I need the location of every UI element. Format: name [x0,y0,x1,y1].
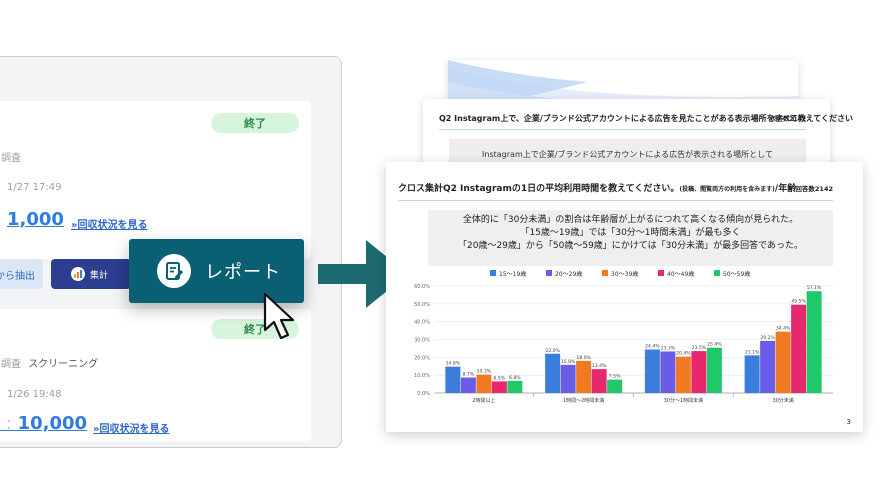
bar-value-label: 15.8% [561,359,576,365]
status-badge: 終了 [211,113,299,133]
mouse-pointer-icon [263,292,295,340]
x-category-label: 2時間以上 [472,397,495,404]
bar-value-label: 20.4% [676,351,691,357]
legend-label: 40～49歳 [667,270,694,278]
response-count-label: 回答数2142 [771,116,806,123]
report-page-mid: Q2 Instagram上で、企業/ブランド公式アカウントによる広告を見たことが… [423,99,853,169]
chart-bar [591,369,607,393]
chart-bar [560,364,576,393]
legend-swatch [658,270,664,276]
chart-bar [744,355,760,393]
bar-value-label: 23.5% [692,345,707,351]
view-progress-link[interactable]: »回収状況を見る [93,420,169,435]
y-tick-label: 20.0% [414,355,430,361]
chart-bar [507,380,523,393]
aggregate-button[interactable]: 集計 [51,259,131,289]
bar-value-label: 25.4% [707,342,722,348]
bar-value-label: 57.1% [807,285,822,291]
legend-label: 15～19歳 [499,270,526,278]
y-tick-label: 40.0% [414,320,430,326]
y-tick-label: 0.0% [417,391,430,397]
bar-value-label: 49.5% [791,299,806,305]
bar-value-label: 29.2% [760,335,775,341]
extract-button[interactable]: から抽出 [0,259,43,289]
aggregate-button-label: 集計 [90,270,109,281]
summary-box: 全体的に「30分未満」の割合は年齢層が上がるにつれて高くなる傾向が見られた。 「… [428,210,833,266]
survey-date: 1/26 19:48 [7,389,62,400]
chart-bar [644,349,660,393]
title-note: (投稿、閲覧両方の利用を含みます) [679,186,775,193]
panel-header [0,57,341,89]
bar-value-label: 23.3% [661,345,676,351]
bar-value-label: 10.3% [477,369,492,375]
chart-bar [660,351,676,393]
legend-swatch [490,270,496,276]
y-tick-label: 50.0% [414,302,430,308]
bar-value-label: 6.5% [494,375,506,381]
response-count[interactable]: t : 10,000 [0,413,87,434]
chart-bar [491,381,507,393]
legend-label: 30～39歳 [611,270,638,278]
bar-value-label: 8.7% [463,371,475,377]
bar-value-label: 13.4% [592,363,607,369]
summary-line: 全体的に「30分未満」の割合は年齢層が上がるにつれて高くなる傾向が見られた。 [462,215,799,225]
chart-bar [791,304,807,393]
chart-bar [706,347,722,393]
x-category-label: 30分～1時間未満 [664,397,704,404]
chart-bar [545,353,561,393]
report-button-label: レポート [205,262,281,283]
bar-value-label: 18.0% [576,355,591,361]
response-count[interactable]: 1,000 [7,209,64,230]
page-number: 3 [846,418,851,426]
bar-value-label: 14.8% [446,361,461,367]
chart-bar [445,366,461,393]
survey-card-1[interactable]: 終了 調査 1/27 17:49 1,000 »回収状況を見る [0,101,311,259]
legend-label: 20～29歳 [555,270,582,278]
legend-swatch [714,270,720,276]
summary-line: 「20歳～29歳」から「50歳～59歳」にかけては「30分未満」が最多回答であっ… [458,241,803,251]
bar-value-label: 21.1% [745,349,760,355]
x-category-label: 30分未満 [772,397,793,404]
title-divider [398,200,833,201]
bar-value-label: 6.8% [509,375,521,381]
response-count-label: 回答数2142 [795,185,833,193]
bar-value-label: 7.5% [609,374,621,380]
title-divider [439,129,806,130]
y-tick-label: 10.0% [414,373,430,379]
legend-label: 50～59歳 [723,270,750,278]
survey-date: 1/27 17:49 [7,182,62,193]
survey-type-label: 調査 スクリーニング [1,359,99,370]
summary-line: 「15歳～19歳」では「30分～1時間未満」が最も多く [520,228,741,238]
report-document-icon [157,254,191,288]
report-page-front: クロス集計Q2 Instagramの1日の平均利用時間を教えてください。(投稿、… [386,162,863,432]
bar-chart-icon [71,267,85,281]
y-tick-label: 60.0% [414,284,430,290]
chart-bar [806,291,822,393]
chart-bar [691,351,707,393]
bar-value-label: 24.4% [645,343,660,349]
chart-bar [476,374,492,393]
page-question-title: クロス集計Q2 Instagramの1日の平均利用時間を教えてください。(投稿、… [398,184,797,194]
legend-swatch [602,270,608,276]
bar-value-label: 22.0% [545,348,560,354]
survey-type-value: スクリーニング [28,359,99,370]
view-progress-link[interactable]: »回収状況を見る [71,216,147,231]
legend-swatch [546,270,552,276]
y-tick-label: 30.0% [414,338,430,344]
chart-bar [675,356,691,393]
chart-bar [775,331,791,393]
chart-bar [460,377,476,393]
survey-type-label: 調査 [1,153,21,164]
chart-bar [576,360,592,393]
bar-value-label: 34.4% [776,326,791,332]
chart-bar [607,379,623,393]
grouped-bar-chart: 15～19歳 20～29歳 30～39歳 40～49歳 50～59歳 0.0% 10.0% 2… [414,270,833,404]
chart-bar [760,340,776,393]
count-prefix: t : [0,413,12,434]
x-category-label: 1時間～2時間未満 [563,397,604,404]
